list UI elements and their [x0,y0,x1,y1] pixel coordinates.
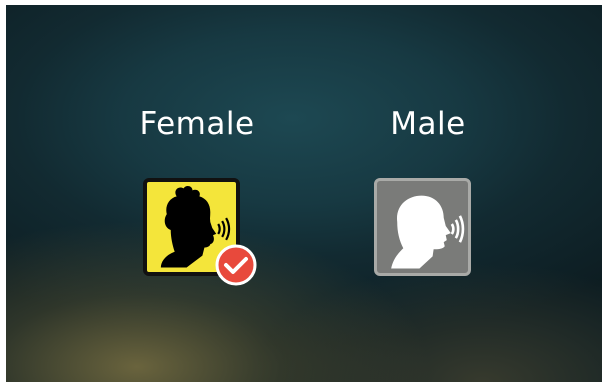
male-label: Male [390,106,466,142]
male-speaking-head-icon [391,195,465,269]
selected-check-icon [215,244,257,286]
female-voice-option[interactable]: Female [97,5,297,382]
male-voice-option[interactable]: Male [328,5,528,382]
female-label: Female [139,106,255,142]
male-voice-tile[interactable] [374,178,471,276]
voice-gender-screen: Female Male [6,5,602,382]
